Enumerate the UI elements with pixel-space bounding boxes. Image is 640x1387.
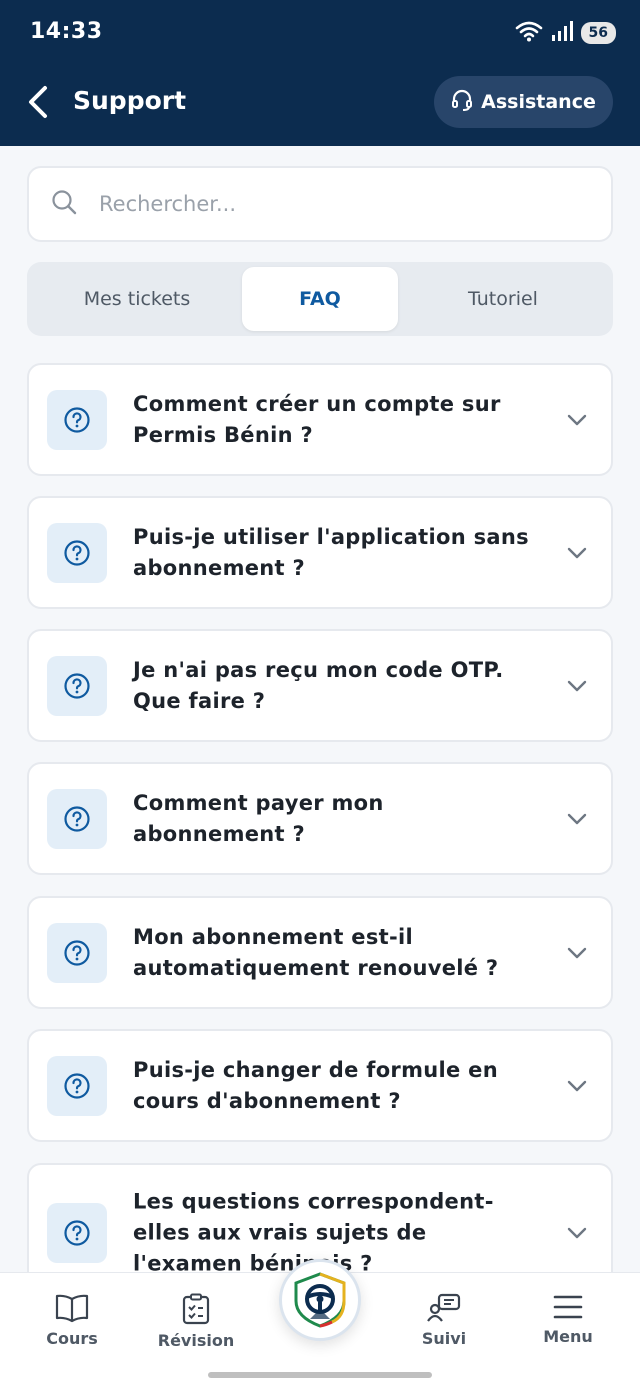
chevron-down-icon [567,1080,587,1091]
back-button[interactable] [18,82,58,122]
assistance-button[interactable]: Assistance [434,76,613,128]
nav-suivi[interactable]: Suivi [394,1293,494,1348]
question-circle-icon [47,655,107,716]
faq-item[interactable]: Puis-je utiliser l'application sans abon… [27,496,613,609]
faq-item[interactable]: Puis-je changer de formule en cours d'ab… [27,1029,613,1142]
faq-question: Puis-je changer de formule en cours d'ab… [133,1057,498,1113]
chevron-down-icon [567,680,587,691]
tab-faq[interactable]: FAQ [242,267,398,331]
faq-item[interactable]: Comment payer mon abonnement ? [27,762,613,875]
question-circle-icon [47,922,107,983]
app-header: 14:33 56 Support Assistance [0,0,640,146]
home-logo-button[interactable] [279,1259,361,1341]
faq-question: Mon abonnement est-il automatiquement re… [133,924,499,980]
faq-item[interactable]: Comment créer un compte sur Permis Bénin… [27,363,613,476]
chevron-down-icon [567,1227,587,1239]
faq-item[interactable]: Je n'ai pas reçu mon code OTP. Que faire… [27,629,613,742]
nav-suivi-label: Suivi [421,1329,467,1348]
nav-cours-label: Cours [46,1329,98,1348]
wifi-icon [515,20,543,46]
chevron-down-icon [567,414,587,425]
question-circle-icon [47,788,107,849]
headset-icon [451,89,473,116]
question-circle-icon [47,389,107,450]
faq-question: Je n'ai pas reçu mon code OTP. Que faire… [133,657,504,713]
signal-icon [551,20,573,46]
question-circle-icon [47,1055,107,1116]
chevron-down-icon [567,813,587,824]
search-icon [51,189,77,219]
chevron-left-icon [29,86,47,118]
chevron-down-icon [567,947,587,958]
book-icon [55,1294,89,1323]
chevron-down-icon [567,547,587,558]
nav-menu-label: Menu [543,1327,593,1346]
status-time: 14:33 [30,19,103,44]
menu-icon [553,1295,583,1319]
question-circle-icon [47,522,107,583]
nav-revision-label: Révision [157,1331,235,1350]
faq-question: Puis-je utiliser l'application sans abon… [133,524,529,580]
home-indicator [208,1372,432,1378]
assistance-label: Assistance [481,91,596,113]
nav-revision[interactable]: Révision [146,1293,246,1350]
nav-menu[interactable]: Menu [518,1293,618,1346]
tab-tutoriel[interactable]: Tutoriel [398,267,608,331]
steering-wheel-logo-icon [294,1272,346,1328]
clipboard-check-icon [182,1293,210,1325]
faq-question: Comment créer un compte sur Permis Bénin… [133,391,501,447]
status-icons: 56 [515,20,616,46]
nav-cours[interactable]: Cours [22,1293,122,1348]
question-circle-icon [47,1203,107,1263]
tab-bar: Mes tickets FAQ Tutoriel [27,262,613,336]
search-input[interactable] [99,192,539,216]
faq-item[interactable]: Mon abonnement est-il automatiquement re… [27,896,613,1009]
search-bar[interactable] [27,166,613,242]
tab-mes-tickets[interactable]: Mes tickets [32,267,242,331]
chat-person-icon [427,1293,461,1322]
faq-question: Comment payer mon abonnement ? [133,790,384,846]
page-title: Support [73,86,187,115]
battery-indicator: 56 [580,22,616,44]
